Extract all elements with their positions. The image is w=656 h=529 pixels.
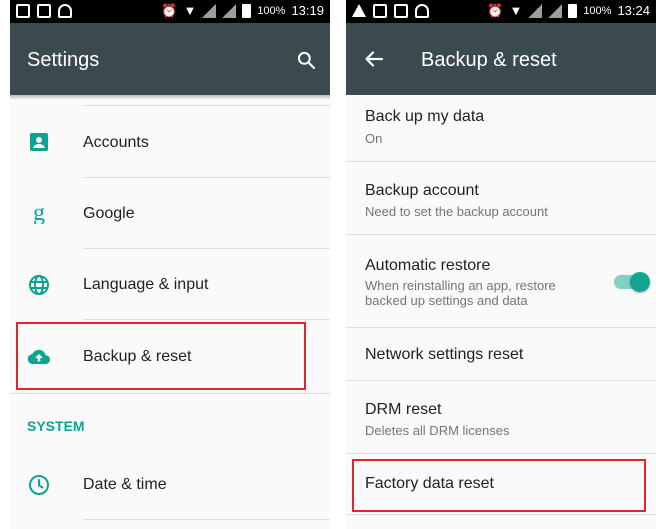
gmail-notification-icon: [394, 4, 408, 18]
setting-network-settings-reset[interactable]: Network settings reset: [346, 328, 656, 380]
image-notification-icon: [373, 4, 387, 18]
signal-2-icon: [548, 4, 563, 18]
setting-subtitle: When reinstalling an app, restore backed…: [365, 278, 556, 308]
settings-item-google[interactable]: g Google: [10, 178, 330, 248]
settings-item-date-time[interactable]: Date & time: [10, 449, 330, 519]
search-icon[interactable]: [296, 50, 316, 70]
setting-factory-data-reset[interactable]: Factory data reset: [346, 454, 656, 514]
status-bar: ⏰ ▼ 100% 13:19: [10, 0, 330, 23]
section-divider: [10, 393, 330, 394]
divider: [83, 105, 330, 106]
alarm-icon: ⏰: [487, 3, 504, 18]
settings-item-label: Backup & reset: [83, 348, 192, 365]
battery-icon: [242, 4, 252, 18]
divider: [346, 514, 656, 515]
wifi-icon: ▼: [183, 3, 197, 18]
status-bar: ⏰ ▼ 100% 13:24: [346, 0, 656, 23]
android-notification-icon: [415, 4, 429, 18]
toggle-thumb: [630, 272, 650, 292]
setting-subtitle: Deletes all DRM licenses: [365, 423, 510, 438]
app-bar: Settings: [10, 23, 330, 95]
setting-title: Backup account: [365, 182, 479, 199]
setting-title: Network settings reset: [365, 346, 524, 363]
signal-1-icon: [202, 4, 217, 18]
setting-title: Automatic restore: [365, 257, 491, 274]
clock-icon: [29, 475, 49, 495]
section-header: SYSTEM: [27, 418, 85, 434]
setting-backup-account[interactable]: Backup account Need to set the backup ac…: [346, 162, 656, 234]
app-bar-shadow: [10, 95, 330, 100]
gmail-notification-icon: [37, 4, 51, 18]
battery-icon: [568, 4, 578, 18]
google-g-icon: g: [33, 200, 45, 224]
setting-subtitle: On: [365, 131, 383, 146]
settings-item-backup-reset[interactable]: Backup & reset: [10, 321, 330, 391]
setting-automatic-restore[interactable]: Automatic restore When reinstalling an a…: [346, 235, 656, 327]
settings-item-label: Accounts: [83, 134, 149, 151]
battery-percent: 100%: [583, 5, 612, 17]
divider: [83, 319, 330, 320]
settings-item-label: Language & input: [83, 276, 209, 293]
signal-1-icon: [528, 4, 543, 18]
settings-screen: ⏰ ▼ 100% 13:19 Settings Accounts g Googl…: [10, 0, 330, 529]
page-title: Backup & reset: [421, 49, 557, 71]
clock-time: 13:24: [617, 3, 650, 18]
image-notification-icon: [16, 4, 30, 18]
warning-notification-icon: [352, 4, 366, 17]
automatic-restore-toggle[interactable]: [614, 272, 650, 292]
setting-title: Factory data reset: [365, 475, 494, 492]
setting-subtitle: Need to set the backup account: [365, 204, 548, 219]
alarm-icon: ⏰: [161, 3, 178, 18]
android-notification-icon: [58, 4, 72, 18]
setting-back-up-my-data[interactable]: Back up my data On: [346, 95, 656, 161]
cloud-upload-icon: [27, 349, 50, 365]
backup-reset-screen: ⏰ ▼ 100% 13:24 Backup & reset Back up my…: [346, 0, 656, 529]
globe-icon: [29, 275, 49, 295]
settings-item-accounts[interactable]: Accounts: [10, 107, 330, 177]
wifi-icon: ▼: [509, 3, 523, 18]
clock-time: 13:19: [291, 3, 324, 18]
settings-item-label: Date & time: [83, 476, 167, 493]
settings-item-language[interactable]: Language & input: [10, 249, 330, 319]
app-bar: Backup & reset: [346, 23, 656, 95]
battery-percent: 100%: [257, 5, 286, 17]
account-box-icon: [30, 133, 48, 151]
setting-title: DRM reset: [365, 401, 442, 418]
svg-text:g: g: [33, 200, 45, 224]
divider: [83, 519, 330, 520]
page-title: Settings: [27, 49, 100, 71]
settings-item-label: Google: [83, 205, 135, 222]
setting-title: Back up my data: [365, 108, 485, 125]
arrow-back-icon[interactable]: [362, 47, 386, 71]
signal-2-icon: [222, 4, 237, 18]
setting-drm-reset[interactable]: DRM reset Deletes all DRM licenses: [346, 381, 656, 453]
